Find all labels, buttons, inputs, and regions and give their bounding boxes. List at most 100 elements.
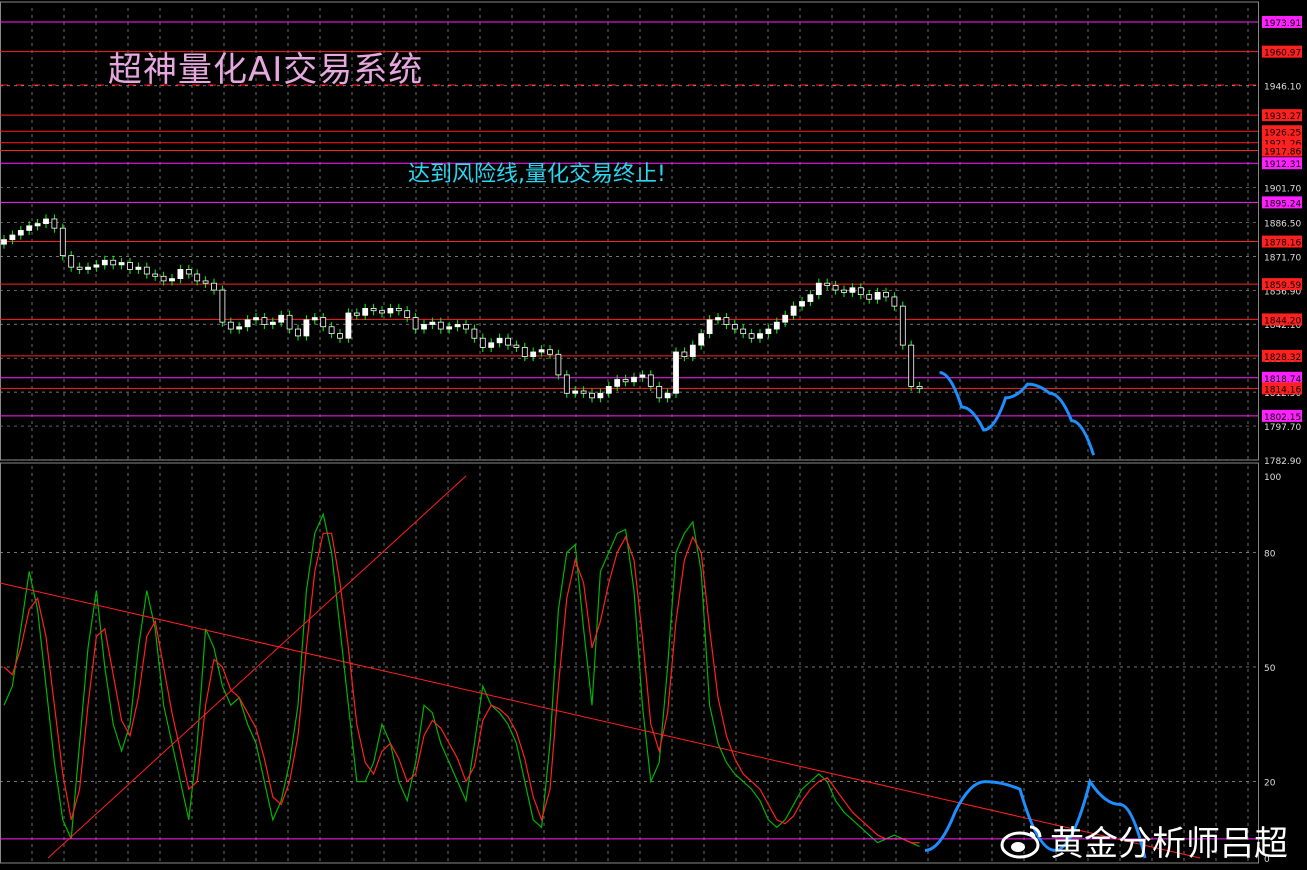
- candle-body: [589, 392, 595, 399]
- candle-body: [605, 385, 612, 394]
- candle-body: [597, 392, 604, 399]
- candle-body: [773, 321, 780, 330]
- candle-body: [85, 266, 91, 270]
- weibo-icon: [1000, 825, 1042, 858]
- price-chart: 1946.101901.701886.501871.701856.901842.…: [0, 1, 1302, 865]
- candle-body: [110, 259, 117, 266]
- candle-body: [211, 282, 217, 291]
- candle-body: [740, 328, 747, 335]
- candle-body: [219, 289, 226, 323]
- candle-body: [463, 324, 469, 330]
- candle-body: [849, 287, 856, 293]
- candle-body: [160, 275, 167, 282]
- candle-body: [1, 239, 7, 245]
- candle-body: [874, 291, 881, 300]
- price-level-label: 1802.15: [1264, 413, 1301, 423]
- candle-body: [673, 351, 679, 394]
- price-tick-label: 1901.70: [1264, 185, 1301, 195]
- candle-body: [715, 317, 721, 321]
- candle-body: [59, 227, 66, 257]
- candle-body: [404, 310, 411, 318]
- candle-body: [303, 319, 310, 337]
- candle-body: [656, 385, 663, 399]
- candle-body: [337, 333, 343, 339]
- candle-body: [51, 218, 58, 229]
- price-tick-label: 1946.10: [1264, 83, 1301, 93]
- candle-body: [857, 287, 864, 296]
- candle-body: [521, 347, 528, 357]
- candle-body: [43, 218, 49, 224]
- candle-body: [261, 317, 268, 325]
- candle-body: [647, 374, 654, 387]
- candle-body: [202, 280, 209, 284]
- trendline-up: [47, 475, 467, 859]
- candle-body: [68, 255, 75, 268]
- candle-body: [17, 230, 24, 236]
- price-level-label: 1960.97: [1264, 49, 1301, 59]
- candle-body: [395, 308, 402, 312]
- candle-body: [538, 349, 545, 353]
- candle-body: [698, 333, 705, 346]
- candle-body: [815, 282, 822, 296]
- price-level-label: 1859.59: [1264, 281, 1301, 291]
- oscillator-tick-label: 100: [1264, 473, 1281, 483]
- candle-body: [622, 379, 629, 383]
- candle-body: [454, 324, 461, 328]
- price-level-label: 1844.20: [1264, 316, 1301, 326]
- candle-body: [446, 326, 453, 330]
- candle-body: [362, 308, 369, 316]
- candle-body: [563, 374, 570, 394]
- candle-body: [908, 344, 915, 387]
- candle-body: [26, 225, 33, 231]
- candle-body: [353, 312, 360, 316]
- oscillator-tick-label: 80: [1264, 549, 1276, 559]
- candle-body: [93, 264, 100, 268]
- candle-body: [437, 321, 444, 330]
- candle-body: [227, 321, 234, 330]
- candle-body: [135, 266, 142, 270]
- candle-body: [580, 390, 587, 394]
- candle-body: [505, 337, 511, 346]
- candle-body: [807, 294, 814, 302]
- candle-body: [614, 379, 621, 387]
- price-tick-label: 1797.70: [1264, 423, 1301, 433]
- candle-body: [513, 344, 520, 348]
- candle-body: [891, 296, 898, 307]
- candle-body: [471, 328, 478, 339]
- stochastic-signal-line: [3, 532, 920, 844]
- candle-body: [429, 321, 436, 325]
- candle-body: [328, 326, 335, 335]
- price-tick-label: 1871.70: [1264, 253, 1301, 263]
- candle-body: [664, 392, 671, 399]
- candle-body: [681, 351, 688, 357]
- candle-body: [421, 324, 427, 330]
- candle-body: [479, 337, 486, 348]
- price-level-label: 1912.31: [1264, 160, 1301, 170]
- watermark-text: 黄金分析师吕超: [1050, 824, 1288, 864]
- candle-body: [799, 301, 805, 307]
- candle-body: [731, 324, 738, 330]
- candle-body: [757, 333, 763, 339]
- candle-body: [379, 310, 385, 314]
- candle-body: [76, 266, 83, 270]
- candle-body: [194, 273, 201, 282]
- watermark: 黄金分析师吕超: [1000, 816, 1288, 865]
- candle-body: [286, 314, 293, 330]
- candle-body: [824, 282, 831, 286]
- candle-body: [278, 314, 285, 323]
- forecast-line: [939, 371, 1096, 456]
- candle-body: [127, 262, 133, 270]
- oscillator-panel-frame: [0, 462, 1259, 864]
- candle-body: [899, 305, 906, 346]
- candle-body: [295, 328, 301, 337]
- price-tick-label: 1782.90: [1264, 457, 1301, 467]
- candle-body: [841, 289, 847, 293]
- candle-body: [269, 321, 276, 325]
- candle-body: [765, 328, 772, 335]
- candle-body: [253, 317, 259, 321]
- candle-body: [689, 344, 696, 357]
- candle-body: [547, 349, 553, 355]
- candle-body: [311, 317, 318, 321]
- candle-body: [320, 317, 327, 328]
- price-level-label: 1814.16: [1264, 385, 1301, 395]
